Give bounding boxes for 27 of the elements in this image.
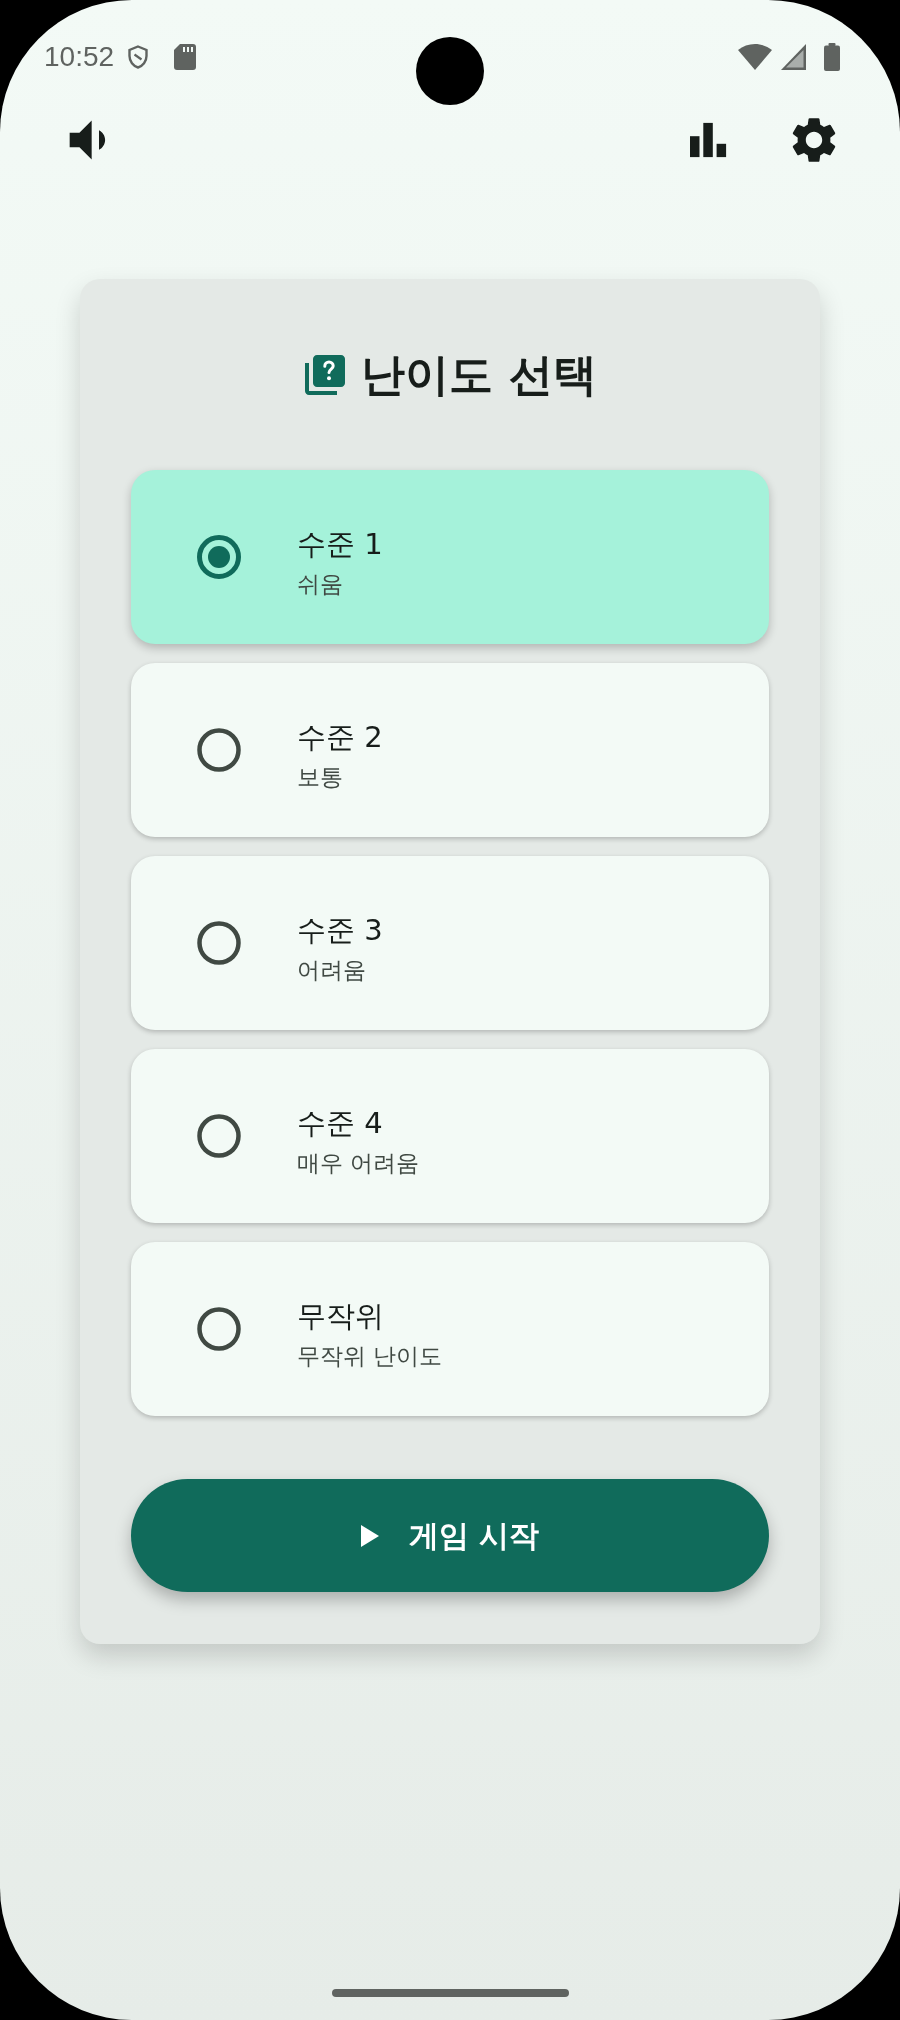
option-title: 무작위: [297, 1298, 385, 1335]
sd-card-icon: [174, 44, 197, 70]
option-description: 무작위 난이도: [297, 1342, 443, 1371]
option-title: 수준 1: [297, 526, 383, 563]
play-icon: [360, 1524, 379, 1547]
bar-chart-icon[interactable]: [690, 122, 728, 158]
option-title: 수준 3: [297, 912, 383, 949]
start-game-button[interactable]: 게임 시작: [131, 1479, 769, 1592]
shield-icon: [128, 45, 149, 69]
signal-icon: [780, 44, 806, 70]
card-title: 난이도 선택: [361, 349, 597, 401]
difficulty-option[interactable]: 무작위 무작위 난이도: [131, 1242, 769, 1416]
option-title: 수준 4: [297, 1105, 384, 1142]
option-title: 수준 2: [297, 719, 383, 756]
battery-icon: [824, 43, 840, 71]
settings-icon[interactable]: [792, 117, 836, 163]
option-description: 쉬움: [297, 570, 344, 599]
option-description: 보통: [297, 763, 344, 792]
difficulty-option[interactable]: 수준 4 매우 어려움: [131, 1049, 769, 1223]
difficulty-option[interactable]: 수준 1 쉬움: [131, 470, 769, 644]
wifi-icon: [738, 44, 772, 70]
option-description: 매우 어려움: [297, 1149, 420, 1178]
difficulty-option[interactable]: 수준 2 보통: [131, 663, 769, 837]
option-description: 어려움: [297, 956, 367, 985]
question-card-icon: [303, 353, 348, 397]
status-time: 10:52: [44, 40, 115, 74]
difficulty-option[interactable]: 수준 3 어려움: [131, 856, 769, 1030]
